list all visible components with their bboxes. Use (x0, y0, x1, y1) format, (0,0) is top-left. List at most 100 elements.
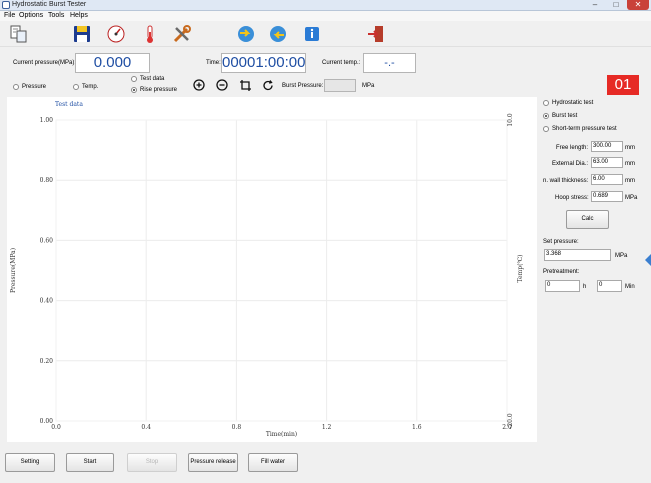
report-icon[interactable] (9, 24, 29, 44)
radio-indicator (131, 76, 137, 82)
y-tick-label: 0.60 (40, 237, 54, 244)
y-tick-label: 1.00 (40, 117, 54, 124)
y-tick-label: 0.80 (40, 177, 54, 184)
save-icon[interactable] (72, 24, 92, 44)
radio-hydrostatic-test[interactable]: Hydrostatic test (543, 100, 593, 106)
menu-helps[interactable]: Helps (70, 12, 88, 19)
wall-thickness-unit: mm (625, 178, 635, 184)
y-tick-label: 0.20 (40, 358, 54, 365)
gauge-icon[interactable] (106, 24, 126, 44)
free-length-label: Free length: (556, 145, 589, 151)
menu-file[interactable]: File (4, 12, 15, 19)
title-bar: Hydrostatic Burst Tester – □ ✕ (0, 0, 651, 11)
radio-indicator (543, 126, 549, 132)
menu-bar: File Options Tools Helps (0, 11, 651, 21)
external-dia-field[interactable]: 63.00 (591, 157, 623, 168)
x-tick-label: 0.4 (141, 424, 151, 431)
toolbar (0, 21, 651, 47)
pretreatment-hours-field[interactable]: 0 (545, 280, 580, 292)
burst-test-label: Burst test (552, 113, 578, 119)
y-axis-label: Pressure(MPa) (10, 248, 17, 293)
x-axis-label: Time(min) (266, 431, 297, 438)
burst-pressure-label: Burst Pressure: (282, 83, 324, 89)
wall-thickness-field[interactable]: 6.00 (591, 174, 623, 185)
current-pressure-label: Current pressure(MPa): (13, 60, 77, 66)
info-icon[interactable] (302, 24, 322, 44)
globe-right-icon[interactable] (268, 24, 288, 44)
window-title: Hydrostatic Burst Tester (12, 1, 87, 8)
x-tick-label: 1.2 (322, 424, 332, 431)
pretreatment-label: Pretreatment: (543, 269, 580, 275)
pretreatment-minutes-field[interactable]: 0 (597, 280, 622, 292)
y2-axis-label: Temp(℃) (517, 254, 524, 282)
external-dia-unit: mm (625, 161, 635, 167)
time-label: Time: (206, 60, 221, 66)
maximize-button[interactable]: □ (606, 0, 626, 10)
hoop-stress-field[interactable]: 0.689 (591, 191, 623, 202)
menu-tools[interactable]: Tools (48, 12, 64, 19)
thermometer-icon[interactable] (140, 24, 160, 44)
y2-tick-label: 10.0 (507, 113, 514, 127)
burst-pressure-field (324, 79, 356, 92)
radio-indicator (543, 113, 549, 119)
external-dia-label: External Dia.: (552, 161, 589, 167)
free-length-field[interactable]: 300.00 (591, 141, 623, 152)
reset-view-icon[interactable] (262, 79, 275, 92)
set-pressure-unit: MPa (615, 253, 628, 259)
chart-panel: Test data 0.0 0.4 0.8 1.2 1.6 2.0 1.00 0.80 0.60 0… (7, 97, 537, 442)
radio-pressure[interactable]: Pressure (13, 84, 46, 90)
radio-short-term-test[interactable]: Short-term pressure test (543, 126, 617, 132)
y2-tick-label: -20.0 (507, 413, 514, 429)
station-badge: 01 (607, 75, 639, 95)
burst-pressure-unit: MPa (362, 83, 375, 89)
panel-collapse-arrow-icon[interactable] (645, 254, 651, 266)
calc-button[interactable]: Calc (566, 210, 609, 229)
tools-icon[interactable] (172, 24, 192, 44)
set-pressure-field[interactable]: 3.368 (544, 249, 611, 261)
setting-button[interactable]: Setting (5, 453, 55, 472)
start-button[interactable]: Start (66, 453, 114, 472)
pretreatment-minutes-unit: Min (625, 284, 635, 290)
radio-rise-pressure-label: Rise pressure (140, 87, 178, 93)
radio-test-data-label: Test data (140, 76, 165, 82)
minimize-button[interactable]: – (585, 0, 605, 10)
radio-temp[interactable]: Temp. (73, 84, 98, 90)
radio-rise-pressure[interactable]: Rise pressure (131, 87, 177, 93)
radio-indicator (543, 100, 549, 106)
set-pressure-label: Set pressure: (543, 239, 579, 245)
crop-icon[interactable] (239, 79, 252, 92)
hydrostatic-test-label: Hydrostatic test (552, 100, 594, 106)
x-tick-label: 0.8 (232, 424, 242, 431)
close-button[interactable]: ✕ (627, 0, 649, 10)
radio-temp-label: Temp. (82, 84, 99, 90)
wall-thickness-label: n. wall thickness: (543, 178, 589, 184)
short-term-test-label: Short-term pressure test (552, 126, 617, 132)
radio-burst-test[interactable]: Burst test (543, 113, 577, 119)
app-icon (2, 1, 10, 9)
zoom-in-icon[interactable] (193, 79, 206, 92)
stop-button[interactable]: Stop (127, 453, 177, 472)
exit-icon[interactable] (366, 24, 386, 44)
radio-test-data[interactable]: Test data (131, 76, 164, 82)
globe-left-icon[interactable] (236, 24, 256, 44)
fill-water-button[interactable]: Fill water (248, 453, 298, 472)
current-temp-display: -.- (363, 53, 416, 73)
radio-indicator (73, 84, 79, 90)
free-length-unit: mm (625, 145, 635, 151)
zoom-out-icon[interactable] (216, 79, 229, 92)
current-temp-label: Current temp.: (322, 60, 361, 66)
pressure-release-button[interactable]: Pressure release (188, 453, 238, 472)
y-tick-label: 0.00 (40, 418, 54, 425)
pretreatment-hours-unit: h (583, 284, 587, 290)
x-tick-label: 0.0 (51, 424, 61, 431)
radio-indicator (131, 87, 137, 93)
pressure-chart: Test data0.0 0.4 0.8 1.2 1.6 2.01.000.800.600… (10, 101, 524, 438)
hoop-stress-unit: MPa (625, 195, 638, 201)
x-tick-label: 1.6 (412, 424, 422, 431)
plot-border (55, 119, 508, 422)
y-tick-label: 0.40 (40, 298, 54, 305)
menu-options[interactable]: Options (19, 12, 43, 19)
hoop-stress-label: Hoop stress: (555, 195, 589, 201)
time-display: 00001:00:00 (221, 53, 306, 73)
chart-title: Test data (55, 101, 83, 108)
